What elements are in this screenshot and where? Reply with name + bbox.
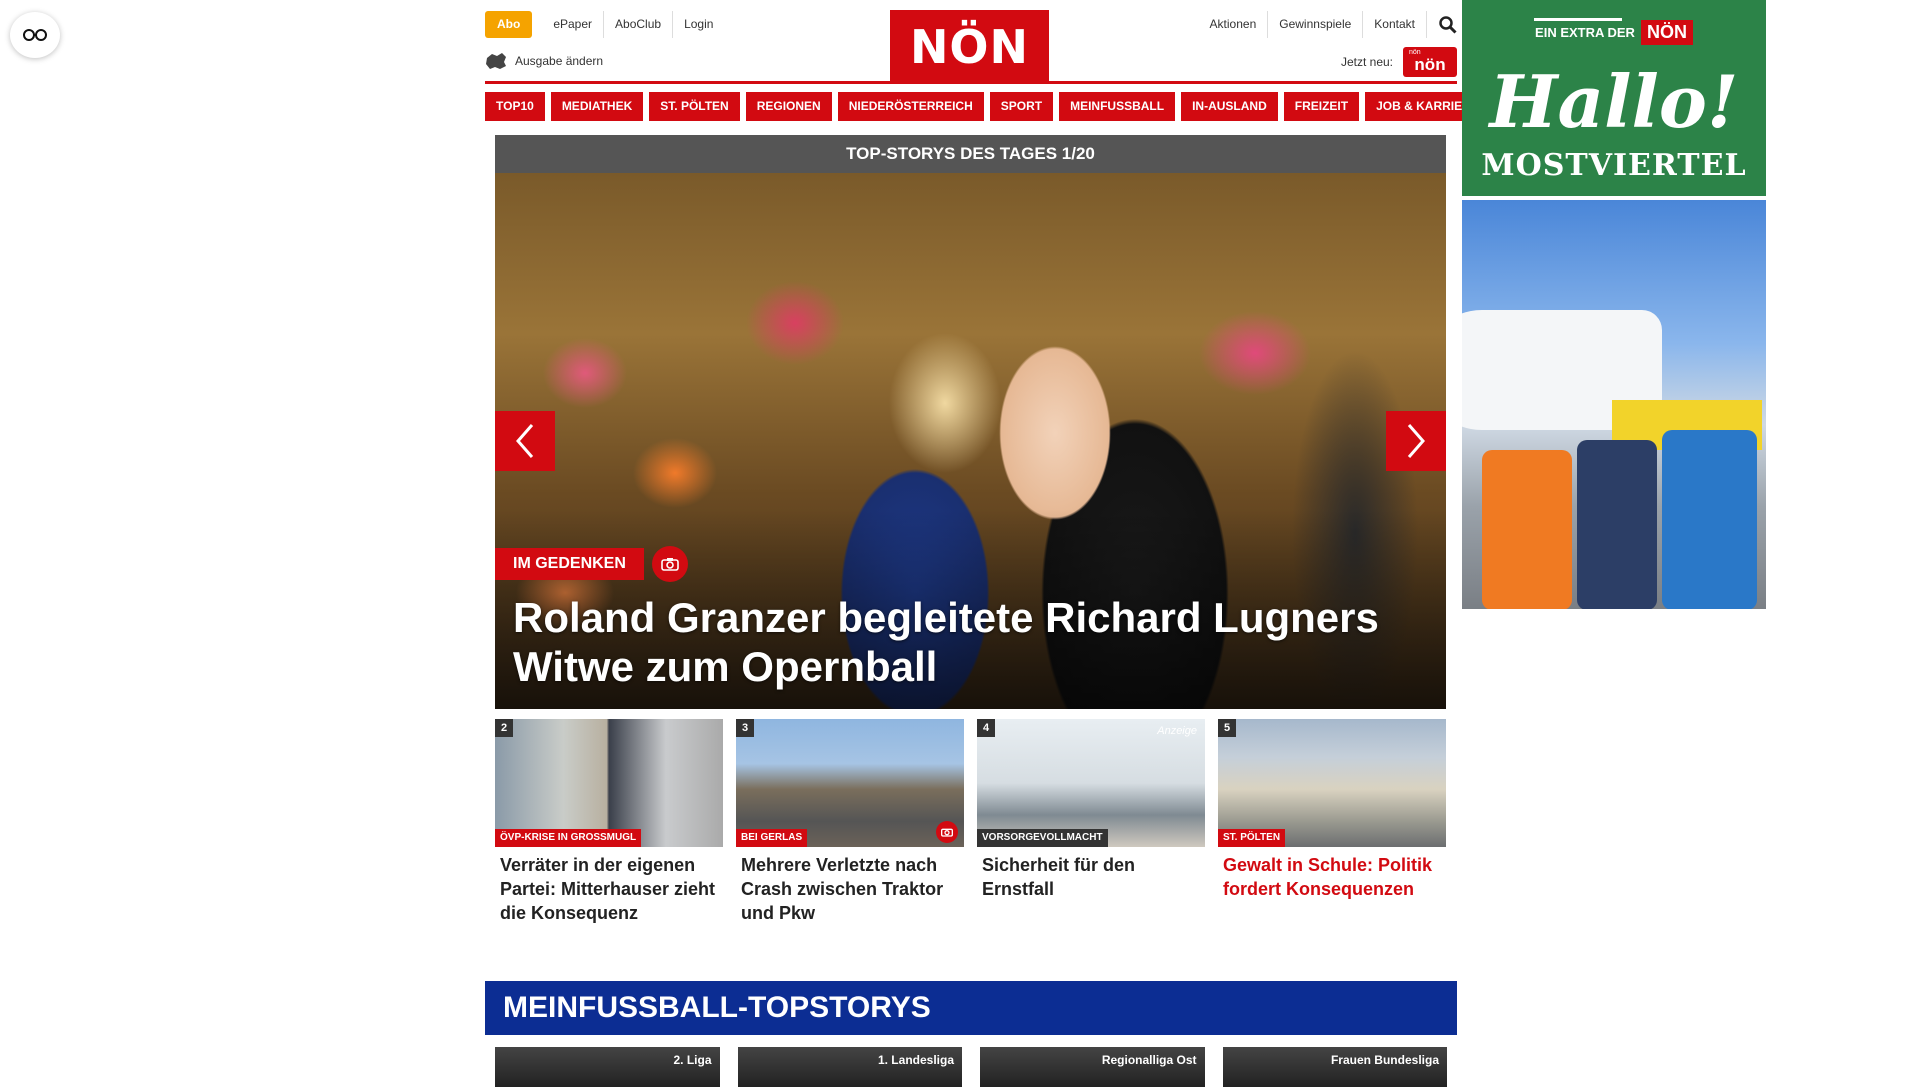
mini-logo-text: nön bbox=[1414, 55, 1446, 74]
league-label: 2. Liga bbox=[673, 1053, 712, 1067]
slider-prev-button[interactable] bbox=[495, 411, 555, 471]
ad-region-title: MOSTVIERTEL bbox=[1481, 148, 1747, 183]
ad-extra-line: EIN EXTRA DER NÖN bbox=[1462, 18, 1766, 45]
teaser-number: 4 bbox=[977, 719, 995, 737]
ad-hallo-title: Hallo! bbox=[1489, 59, 1739, 144]
teaser-title[interactable]: Gewalt in Schule: Politik fordert Konseq… bbox=[1223, 853, 1441, 901]
kontakt-link[interactable]: Kontakt bbox=[1363, 11, 1427, 38]
teaser-card[interactable]: 3 BEI GERLAS Mehrere Verletzte nach Cras… bbox=[736, 719, 964, 925]
nav-regionen[interactable]: REGIONEN bbox=[745, 92, 832, 121]
teaser-category: ST. PÖLTEN bbox=[1218, 829, 1286, 847]
nav-niederoesterreich[interactable]: NIEDERÖSTERREICH bbox=[837, 92, 984, 121]
teaser-image[interactable]: 4 Anzeige VORSORGEVOLLMACHT bbox=[977, 719, 1205, 847]
meinfussball-card[interactable]: Regionalliga Ost bbox=[980, 1047, 1205, 1087]
league-label: Frauen Bundesliga bbox=[1330, 1053, 1439, 1067]
header-links-right: Aktionen Gewinnspiele Kontakt bbox=[1199, 11, 1457, 38]
jetzt-neu: Jetzt neu: nön nön bbox=[1341, 47, 1457, 77]
ad-banner[interactable]: EIN EXTRA DER NÖN Hallo! MOSTVIERTEL bbox=[1462, 0, 1766, 196]
sidebar-ad[interactable]: EIN EXTRA DER NÖN Hallo! MOSTVIERTEL bbox=[1462, 0, 1766, 609]
chevron-right-icon bbox=[1407, 424, 1425, 458]
teaser-category: BEI GERLAS bbox=[736, 829, 808, 847]
main-nav: TOP10 MEDIATHEK ST. PÖLTEN REGIONEN NIED… bbox=[485, 92, 1490, 121]
teaser-category: VORSORGEVOLLMACHT bbox=[977, 829, 1108, 847]
ausgabe-label: Ausgabe ändern bbox=[515, 54, 604, 68]
teaser-title[interactable]: Sicherheit für den Ernstfall bbox=[982, 853, 1200, 901]
ad-brand-logo: NÖN bbox=[1640, 20, 1693, 45]
abo-button[interactable]: Abo bbox=[485, 11, 533, 38]
hero-title[interactable]: Roland Granzer begleitete Richard Lugner… bbox=[513, 593, 1433, 691]
ad-divider bbox=[1534, 18, 1622, 21]
meinfussball-card[interactable]: 1. Landesliga bbox=[737, 1047, 962, 1087]
main-column: Abo ePaper AboClub Login Ausgabe ändern … bbox=[485, 0, 1490, 1087]
nav-in-ausland[interactable]: IN-AUSLAND bbox=[1181, 92, 1278, 121]
ausgabe-aendern-link[interactable]: Ausgabe ändern bbox=[485, 52, 603, 70]
meinfussball-cards: 2. Liga 1. Landesliga Regionalliga Ost F… bbox=[495, 1047, 1447, 1087]
mini-non-logo[interactable]: nön nön bbox=[1403, 47, 1457, 77]
teaser-category: ÖVP-KRISE IN GROSSMUGL bbox=[495, 829, 642, 847]
teaser-image[interactable]: 3 BEI GERLAS bbox=[736, 719, 964, 847]
league-label: 1. Landesliga bbox=[877, 1053, 954, 1067]
nav-mediathek[interactable]: MEDIATHEK bbox=[550, 92, 644, 121]
hero-story[interactable]: IM GEDENKEN Roland Granzer begleitete Ri… bbox=[495, 173, 1446, 709]
teaser-title[interactable]: Verräter in der eigenen Partei: Mitterha… bbox=[500, 853, 718, 925]
slider-next-button[interactable] bbox=[1386, 411, 1446, 471]
login-link[interactable]: Login bbox=[673, 11, 724, 38]
teaser-number: 2 bbox=[495, 719, 513, 737]
top-stories-header: TOP-STORYS DES TAGES 1/20 bbox=[495, 135, 1446, 173]
top-stories: TOP-STORYS DES TAGES 1/20 IM GEDENKEN Ro… bbox=[495, 135, 1446, 925]
teaser-card[interactable]: 5 ST. PÖLTEN Gewalt in Schule: Politik f… bbox=[1218, 719, 1446, 925]
aktionen-link[interactable]: Aktionen bbox=[1199, 11, 1269, 38]
teaser-image[interactable]: 5 ST. PÖLTEN bbox=[1218, 719, 1446, 847]
nav-freizeit[interactable]: FREIZEIT bbox=[1283, 92, 1360, 121]
suitcase-shape bbox=[1662, 430, 1757, 609]
camera-icon bbox=[652, 546, 688, 582]
ad-image[interactable] bbox=[1462, 200, 1766, 609]
teaser-card[interactable]: 4 Anzeige VORSORGEVOLLMACHT Sicherheit f… bbox=[977, 719, 1205, 925]
gewinnspiele-link[interactable]: Gewinnspiele bbox=[1268, 11, 1364, 38]
nav-top10[interactable]: TOP10 bbox=[485, 92, 545, 121]
header-links-left: Abo ePaper AboClub Login bbox=[485, 11, 724, 38]
ad-extra-text: EIN EXTRA DER bbox=[1535, 25, 1635, 40]
hero-category-badge[interactable]: IM GEDENKEN bbox=[495, 548, 644, 580]
epaper-link[interactable]: ePaper bbox=[542, 11, 605, 38]
teaser-number: 5 bbox=[1218, 719, 1236, 737]
teaser-title[interactable]: Mehrere Verletzte nach Crash zwischen Tr… bbox=[741, 853, 959, 925]
teaser-row: 2 ÖVP-KRISE IN GROSSMUGL Verräter in der… bbox=[495, 719, 1446, 925]
mini-logo-small-text: nön bbox=[1409, 49, 1421, 56]
non-logo[interactable]: NÖN bbox=[890, 10, 1049, 84]
site-header: Abo ePaper AboClub Login Ausgabe ändern … bbox=[485, 0, 1457, 84]
suitcase-shape bbox=[1482, 450, 1572, 609]
reader-mode-button[interactable] bbox=[10, 12, 60, 58]
league-label: Regionalliga Ost bbox=[1101, 1053, 1197, 1067]
nav-st-poelten[interactable]: ST. PÖLTEN bbox=[649, 92, 740, 121]
teaser-card[interactable]: 2 ÖVP-KRISE IN GROSSMUGL Verräter in der… bbox=[495, 719, 723, 925]
meinfussball-header[interactable]: MEINFUSSBALL-TOPSTORYS bbox=[485, 981, 1457, 1035]
search-icon[interactable] bbox=[1427, 15, 1457, 34]
meinfussball-card[interactable]: Frauen Bundesliga bbox=[1222, 1047, 1447, 1087]
nav-sport[interactable]: SPORT bbox=[989, 92, 1054, 121]
map-region-icon bbox=[486, 53, 506, 69]
camera-icon bbox=[936, 821, 958, 843]
anzeige-badge: Anzeige bbox=[1157, 725, 1197, 737]
meinfussball-card[interactable]: 2. Liga bbox=[495, 1047, 720, 1087]
suitcase-shape bbox=[1577, 440, 1657, 609]
aboclub-link[interactable]: AboClub bbox=[604, 11, 674, 38]
glasses-icon bbox=[23, 29, 47, 41]
teaser-number: 3 bbox=[736, 719, 754, 737]
nav-meinfussball[interactable]: MEINFUSSBALL bbox=[1059, 92, 1176, 121]
teaser-image[interactable]: 2 ÖVP-KRISE IN GROSSMUGL bbox=[495, 719, 723, 847]
jetzt-neu-label: Jetzt neu: bbox=[1340, 55, 1393, 69]
chevron-left-icon bbox=[516, 424, 534, 458]
